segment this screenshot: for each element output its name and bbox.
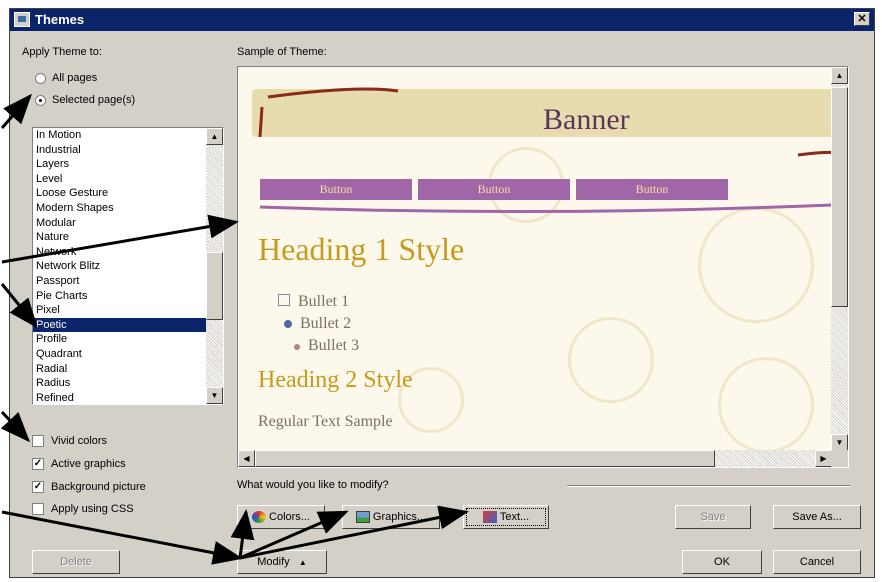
apply-theme-label: Apply Theme to: bbox=[22, 46, 102, 58]
colors-button[interactable]: Colors... bbox=[237, 505, 325, 529]
preview-canvas: Banner Button Button Button Heading 1 St… bbox=[238, 67, 832, 451]
stroke-decoration bbox=[259, 203, 832, 214]
theme-list-item[interactable]: Level bbox=[33, 172, 206, 187]
theme-list-scrollbar[interactable]: ▲ ▼ bbox=[206, 128, 223, 404]
theme-preview: Banner Button Button Button Heading 1 St… bbox=[237, 66, 849, 468]
theme-list-item[interactable]: Layers bbox=[33, 157, 206, 172]
theme-list-item[interactable]: Poetic bbox=[33, 317, 206, 333]
text-button-label: Text... bbox=[499, 511, 530, 523]
modify-question-label: What would you like to modify? bbox=[237, 479, 389, 491]
delete-button[interactable]: Delete bbox=[32, 550, 120, 574]
separator-line bbox=[567, 485, 850, 487]
radio-selected-icon bbox=[35, 94, 46, 106]
title-bar[interactable]: Themes ✕ bbox=[10, 9, 874, 31]
apply-css-checkbox[interactable]: Apply using CSS bbox=[32, 503, 134, 515]
checkmark-icon: ✓ bbox=[32, 458, 44, 470]
theme-list-item[interactable]: Radius bbox=[33, 376, 206, 391]
checkmark-icon: ✓ bbox=[32, 481, 44, 493]
theme-list-item[interactable]: In Motion bbox=[33, 128, 206, 143]
app-icon bbox=[14, 12, 30, 27]
close-button[interactable]: ✕ bbox=[854, 12, 870, 26]
preview-hscroll-thumb[interactable] bbox=[255, 450, 715, 467]
stroke-decoration bbox=[258, 106, 264, 138]
vivid-colors-label: Vivid colors bbox=[51, 435, 108, 447]
background-picture-label: Background picture bbox=[51, 481, 146, 493]
save-button[interactable]: Save bbox=[675, 505, 751, 529]
colors-button-label: Colors... bbox=[269, 511, 310, 523]
window-title: Themes bbox=[35, 12, 85, 27]
theme-list[interactable]: In Motion Industrial Layers Level Loose Gest… bbox=[32, 127, 224, 405]
theme-list-item[interactable]: Loose Gesture bbox=[33, 186, 206, 201]
theme-list-items: In Motion Industrial Layers Level Loose Gest… bbox=[33, 128, 223, 404]
vivid-colors-checkbox[interactable]: Vivid colors bbox=[32, 435, 107, 447]
save-as-button[interactable]: Save As... bbox=[773, 505, 861, 529]
checkbox-box bbox=[32, 435, 44, 447]
preview-scroll-up-button[interactable]: ▲ bbox=[831, 67, 848, 84]
scroll-down-button[interactable]: ▼ bbox=[206, 387, 223, 404]
text-button[interactable]: Text... bbox=[463, 505, 549, 529]
theme-list-item[interactable]: Profile bbox=[33, 332, 206, 347]
theme-list-item[interactable]: Pixel bbox=[33, 303, 206, 318]
text-style-icon bbox=[482, 511, 497, 524]
graphics-button-label: Graphics... bbox=[372, 511, 427, 523]
theme-list-item[interactable]: Network bbox=[33, 245, 206, 260]
radio-selected-pages-label: Selected page(s) bbox=[52, 94, 136, 106]
preview-scroll-thumb[interactable] bbox=[831, 87, 848, 307]
apply-css-label: Apply using CSS bbox=[51, 503, 134, 515]
active-graphics-checkbox[interactable]: ✓ Active graphics bbox=[32, 458, 126, 470]
radio-selected-pages[interactable]: Selected page(s) bbox=[35, 94, 135, 106]
theme-list-item[interactable]: Industrial bbox=[33, 143, 206, 158]
preview-scroll-right-button[interactable]: ▶ bbox=[815, 450, 832, 467]
theme-list-item[interactable]: Passport bbox=[33, 274, 206, 289]
theme-list-item[interactable]: Pie Charts bbox=[33, 289, 206, 304]
palette-icon bbox=[252, 511, 267, 524]
active-graphics-label: Active graphics bbox=[51, 458, 126, 470]
radio-icon bbox=[35, 72, 46, 84]
graphics-button[interactable]: Graphics... bbox=[342, 505, 440, 529]
preview-scroll-down-button[interactable]: ▼ bbox=[831, 434, 848, 451]
theme-list-item[interactable]: Radial bbox=[33, 362, 206, 377]
banner-strokes bbox=[258, 87, 832, 214]
theme-list-item[interactable]: Quadrant bbox=[33, 347, 206, 362]
radio-all-pages-label: All pages bbox=[52, 72, 98, 84]
scroll-up-button[interactable]: ▲ bbox=[206, 128, 223, 145]
theme-list-item[interactable]: Nature bbox=[33, 230, 206, 245]
theme-list-item[interactable]: Modular bbox=[33, 216, 206, 231]
sample-label: Sample of Theme: bbox=[237, 46, 327, 58]
theme-list-item[interactable]: Network Blitz bbox=[33, 259, 206, 274]
preview-horizontal-scrollbar[interactable]: ◀ ▶ bbox=[238, 450, 832, 467]
preview-scroll-left-button[interactable]: ◀ bbox=[238, 450, 255, 467]
theme-list-item[interactable]: Refined bbox=[33, 391, 206, 404]
theme-list-item[interactable]: Modern Shapes bbox=[33, 201, 206, 216]
background-picture-checkbox[interactable]: ✓ Background picture bbox=[32, 481, 146, 493]
preview-vertical-scrollbar[interactable]: ▲ ▼ bbox=[831, 67, 848, 451]
scroll-thumb[interactable] bbox=[206, 252, 223, 320]
themes-dialog: Themes ✕ Apply Theme to: All pages Selec… bbox=[9, 8, 875, 578]
checkbox-box bbox=[32, 503, 44, 515]
cancel-button[interactable]: Cancel bbox=[773, 550, 861, 574]
modify-button[interactable]: Modify ▲ bbox=[237, 550, 327, 574]
stroke-decoration bbox=[267, 87, 399, 99]
radio-all-pages[interactable]: All pages bbox=[35, 72, 97, 84]
stroke-decoration bbox=[797, 150, 832, 157]
scroll-corner bbox=[831, 450, 848, 467]
chevron-up-icon: ▲ bbox=[298, 558, 307, 567]
ok-button[interactable]: OK bbox=[682, 550, 762, 574]
picture-icon bbox=[355, 511, 370, 524]
modify-button-label: Modify bbox=[257, 556, 290, 568]
